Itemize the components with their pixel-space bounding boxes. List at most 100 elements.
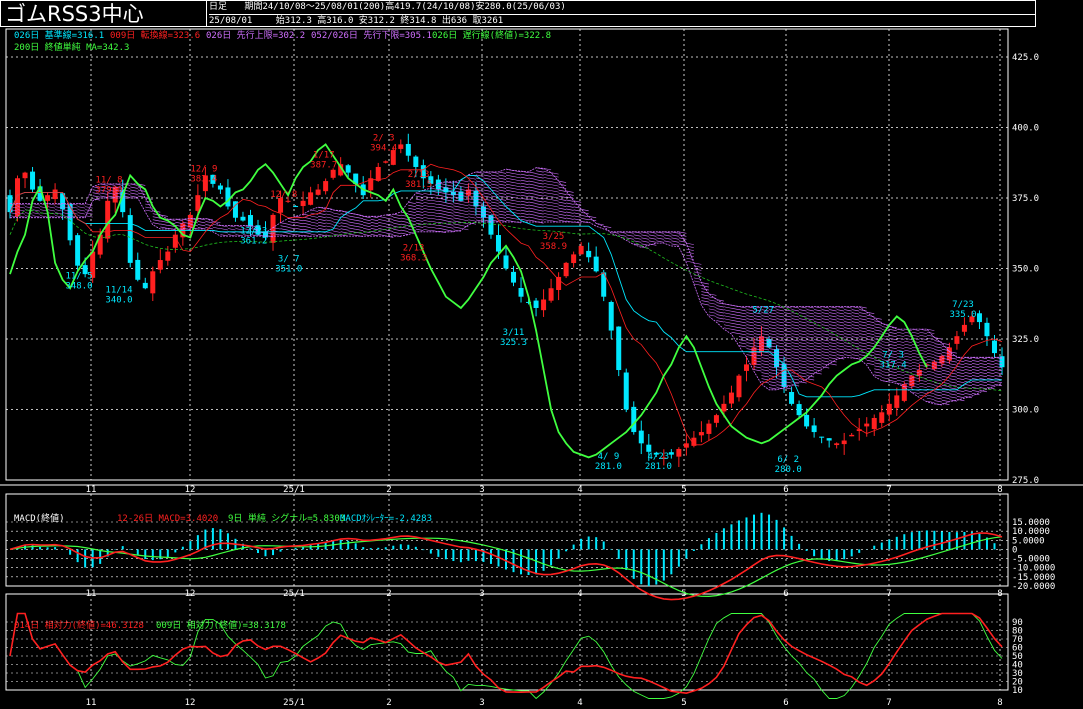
cloud-hatch bbox=[393, 228, 401, 232]
cloud-hatch bbox=[761, 363, 770, 366]
cloud-hatch bbox=[964, 363, 972, 366]
cloud-hatch bbox=[693, 268, 702, 271]
cloud-hatch bbox=[844, 333, 852, 336]
cloud-hatch bbox=[385, 223, 394, 226]
cloud-hatch bbox=[829, 339, 837, 342]
cloud-hatch bbox=[814, 360, 822, 363]
cloud-hatch bbox=[829, 351, 837, 354]
cloud-hatch bbox=[543, 213, 552, 216]
cloud-hatch bbox=[889, 332, 897, 335]
cloud-hatch bbox=[160, 214, 168, 217]
cloud-hatch bbox=[460, 186, 469, 189]
cloud-hatch bbox=[505, 180, 514, 183]
cloud-hatch bbox=[814, 357, 822, 360]
cloud-hatch bbox=[911, 364, 920, 367]
cloud-hatch bbox=[851, 354, 860, 357]
cloud-hatch bbox=[505, 174, 514, 177]
cloud-hatch bbox=[55, 215, 63, 218]
legend-tenkan: 009日 転換線=323.6 bbox=[110, 29, 200, 41]
candle-body bbox=[841, 440, 847, 445]
cloud-hatch bbox=[994, 369, 1003, 372]
cloud-hatch bbox=[784, 333, 792, 336]
x-tick-label: 8 bbox=[997, 485, 1002, 495]
candle-body bbox=[315, 189, 321, 195]
cloud-hatch bbox=[445, 217, 454, 220]
cloud-hatch bbox=[814, 351, 822, 354]
cloud-hatch bbox=[325, 231, 334, 234]
cloud-hatch bbox=[731, 331, 740, 334]
cloud-hatch bbox=[881, 371, 890, 374]
cloud-hatch bbox=[641, 240, 649, 243]
cloud-hatch bbox=[468, 213, 476, 216]
cloud-hatch bbox=[385, 229, 394, 232]
candle-body bbox=[533, 300, 539, 308]
cloud-hatch bbox=[137, 192, 146, 195]
cloud-hatch bbox=[536, 206, 544, 209]
cloud-hatch bbox=[821, 333, 830, 336]
cloud-hatch bbox=[859, 336, 867, 339]
cloud-hatch bbox=[520, 209, 529, 213]
cloud-hatch bbox=[761, 327, 770, 330]
cloud-hatch bbox=[859, 327, 867, 330]
cloud-hatch bbox=[904, 337, 912, 340]
annotation-date: 12/23 bbox=[240, 226, 267, 236]
x-tick-label: 4 bbox=[577, 589, 582, 599]
annotation-date: 11/ 5 bbox=[65, 272, 92, 282]
cloud-hatch bbox=[378, 222, 386, 225]
cloud-hatch bbox=[528, 180, 537, 183]
cloud-hatch bbox=[941, 384, 950, 388]
candle-body bbox=[75, 235, 81, 266]
cloud-hatch bbox=[934, 376, 942, 379]
candle-body bbox=[52, 189, 58, 200]
cloud-hatch bbox=[836, 309, 845, 312]
cloud-hatch bbox=[806, 348, 815, 351]
annotation-date: 12/ 8 bbox=[270, 190, 297, 200]
candle-body bbox=[375, 166, 381, 181]
cloud-hatch bbox=[333, 224, 341, 227]
cloud-hatch bbox=[956, 369, 965, 372]
cloud-hatch bbox=[340, 231, 349, 234]
cloud-hatch bbox=[197, 224, 206, 227]
cloud-hatch bbox=[956, 378, 965, 381]
cloud-hatch bbox=[468, 186, 476, 189]
cloud-hatch bbox=[340, 210, 349, 213]
cloud-hatch bbox=[979, 375, 988, 378]
cloud-hatch bbox=[453, 205, 461, 208]
y-tick-label: 375.0 bbox=[1012, 194, 1039, 204]
cloud-hatch bbox=[227, 228, 236, 231]
cloud-hatch bbox=[520, 194, 529, 198]
cloud-hatch bbox=[355, 222, 364, 226]
cloud-hatch bbox=[438, 215, 446, 218]
cloud-hatch bbox=[814, 333, 822, 336]
cloud-hatch bbox=[520, 173, 529, 177]
cloud-hatch bbox=[288, 227, 296, 230]
cloud-hatch bbox=[370, 228, 379, 231]
cloud-hatch bbox=[85, 215, 93, 218]
cloud-hatch bbox=[528, 183, 537, 186]
cloud-hatch bbox=[310, 233, 319, 236]
cloud-hatch bbox=[836, 315, 845, 318]
cloud-hatch bbox=[768, 324, 777, 327]
cloud-hatch bbox=[911, 358, 920, 361]
candle-body bbox=[789, 391, 795, 404]
macd-y-tick: -20.0000 bbox=[1012, 582, 1055, 592]
cloud-hatch bbox=[874, 326, 882, 329]
cloud-hatch bbox=[814, 318, 822, 321]
cloud-hatch bbox=[453, 220, 461, 223]
cloud-hatch bbox=[536, 185, 544, 188]
cloud-hatch bbox=[926, 343, 935, 346]
cloud-hatch bbox=[325, 225, 334, 228]
cloud-hatch bbox=[814, 315, 822, 318]
cloud-hatch bbox=[520, 206, 529, 210]
cloud-hatch bbox=[701, 294, 709, 297]
cloud-hatch bbox=[911, 346, 920, 349]
cloud-hatch bbox=[348, 221, 356, 224]
cloud-hatch bbox=[799, 354, 807, 357]
cloud-hatch bbox=[543, 186, 552, 189]
candle-body bbox=[127, 215, 133, 263]
cloud-hatch bbox=[784, 348, 792, 351]
cloud-hatch bbox=[881, 323, 890, 326]
cloud-hatch bbox=[558, 213, 567, 216]
cloud-hatch bbox=[851, 315, 860, 318]
x-tick-label: 6 bbox=[783, 589, 788, 599]
